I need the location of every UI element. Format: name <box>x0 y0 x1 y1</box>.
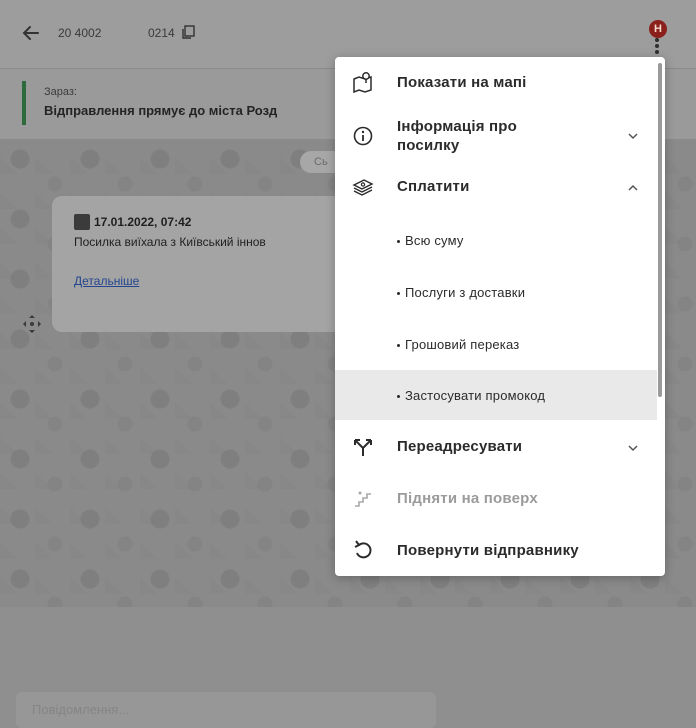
menu-item-label: Показати на мапі <box>397 74 527 91</box>
kebab-dot <box>655 38 659 42</box>
submenu-item-money-transfer[interactable]: Грошовий переказ <box>335 318 657 370</box>
move-icon[interactable] <box>20 312 44 336</box>
details-link[interactable]: Детальніше <box>74 274 139 288</box>
menu-item-pay[interactable]: Сплатити <box>335 161 657 213</box>
submenu-item-full-amount[interactable]: Всю суму <box>335 214 657 266</box>
menu-item-lift-to-floor: Підняти на поверх <box>335 473 657 525</box>
chevron-down-icon <box>628 133 638 140</box>
menu-scrollbar[interactable] <box>658 63 662 397</box>
tracking-number-suffix: 0214 <box>148 26 175 40</box>
bullet <box>397 344 400 347</box>
submenu-item-label: Всю суму <box>405 233 464 248</box>
submenu-item-label: Застосувати промокод <box>405 388 546 403</box>
stairs-icon <box>355 491 371 507</box>
status-text: Відправлення прямує до міста Розд <box>44 103 278 118</box>
return-icon <box>354 540 372 559</box>
tracking-number: 20 4002 <box>58 26 102 40</box>
map-pin-icon <box>353 72 372 93</box>
bullet <box>397 292 400 295</box>
bullet <box>397 240 400 243</box>
submenu-item-apply-promocode[interactable]: Застосувати промокод <box>335 370 657 420</box>
menu-item-parcel-info[interactable]: Інформація про посилку <box>335 109 657 161</box>
chevron-down-icon <box>628 445 638 452</box>
status-label: Зараз: <box>44 86 77 98</box>
submenu-item-delivery-services[interactable]: Послуги з доставки <box>335 266 657 318</box>
kebab-dot <box>655 44 659 48</box>
redirect-icon <box>354 439 372 456</box>
bullet <box>397 395 400 398</box>
message-input[interactable]: Повідомлення... <box>16 692 436 728</box>
kebab-dot <box>655 50 659 54</box>
money-icon <box>352 179 374 196</box>
back-arrow-icon[interactable] <box>20 22 42 44</box>
menu-item-label: Повернути відправнику <box>397 542 579 559</box>
menu-item-label: Сплатити <box>397 178 470 195</box>
menu-item-label: Інформація про <box>397 118 518 135</box>
submenu-item-label: Грошовий переказ <box>405 337 520 352</box>
notification-badge: H <box>649 20 667 38</box>
menu-item-label: Переадресувати <box>397 438 523 455</box>
menu-item-return-to-sender[interactable]: Повернути відправнику <box>335 525 657 576</box>
menu-item-label: Підняти на поверх <box>397 490 538 507</box>
menu-item-show-on-map[interactable]: Показати на мапі <box>335 57 657 109</box>
chevron-up-icon <box>628 184 638 191</box>
info-icon <box>353 126 373 146</box>
menu-item-label-line2: посилку <box>397 137 460 154</box>
actions-menu: Показати на мапі Інформація про посилку … <box>335 57 665 576</box>
checkbox-icon <box>74 214 90 230</box>
status-accent-bar <box>22 81 26 125</box>
copy-icon[interactable] <box>181 25 195 39</box>
more-menu-button[interactable]: H <box>645 20 675 54</box>
submenu-item-label: Послуги з доставки <box>405 285 526 300</box>
message-date: 17.01.2022, 07:42 <box>94 215 192 229</box>
menu-item-redirect[interactable]: Переадресувати <box>335 421 657 473</box>
message-text: Посилка виїхала з Київський іннов <box>74 235 266 249</box>
